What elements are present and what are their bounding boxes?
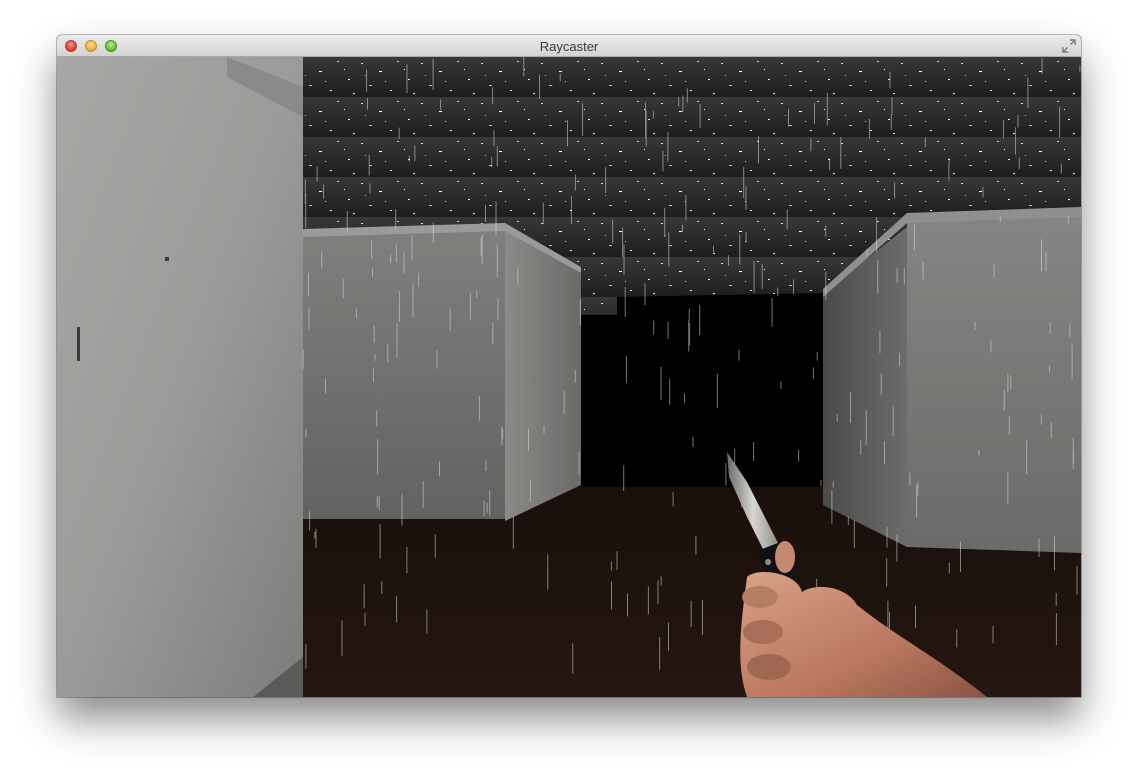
fullscreen-icon[interactable] bbox=[1062, 39, 1076, 53]
left-wall-spot bbox=[165, 257, 169, 261]
window-title: Raycaster bbox=[539, 39, 599, 54]
left-wall bbox=[57, 57, 303, 697]
dark-corridor bbox=[577, 293, 827, 487]
title-bar[interactable]: Raycaster bbox=[57, 35, 1081, 57]
game-viewport[interactable] bbox=[57, 57, 1081, 697]
raycast-scene bbox=[57, 57, 1081, 697]
center-block-side bbox=[505, 227, 581, 521]
app-window: Raycaster bbox=[57, 35, 1081, 697]
left-wall-crack bbox=[77, 327, 80, 361]
